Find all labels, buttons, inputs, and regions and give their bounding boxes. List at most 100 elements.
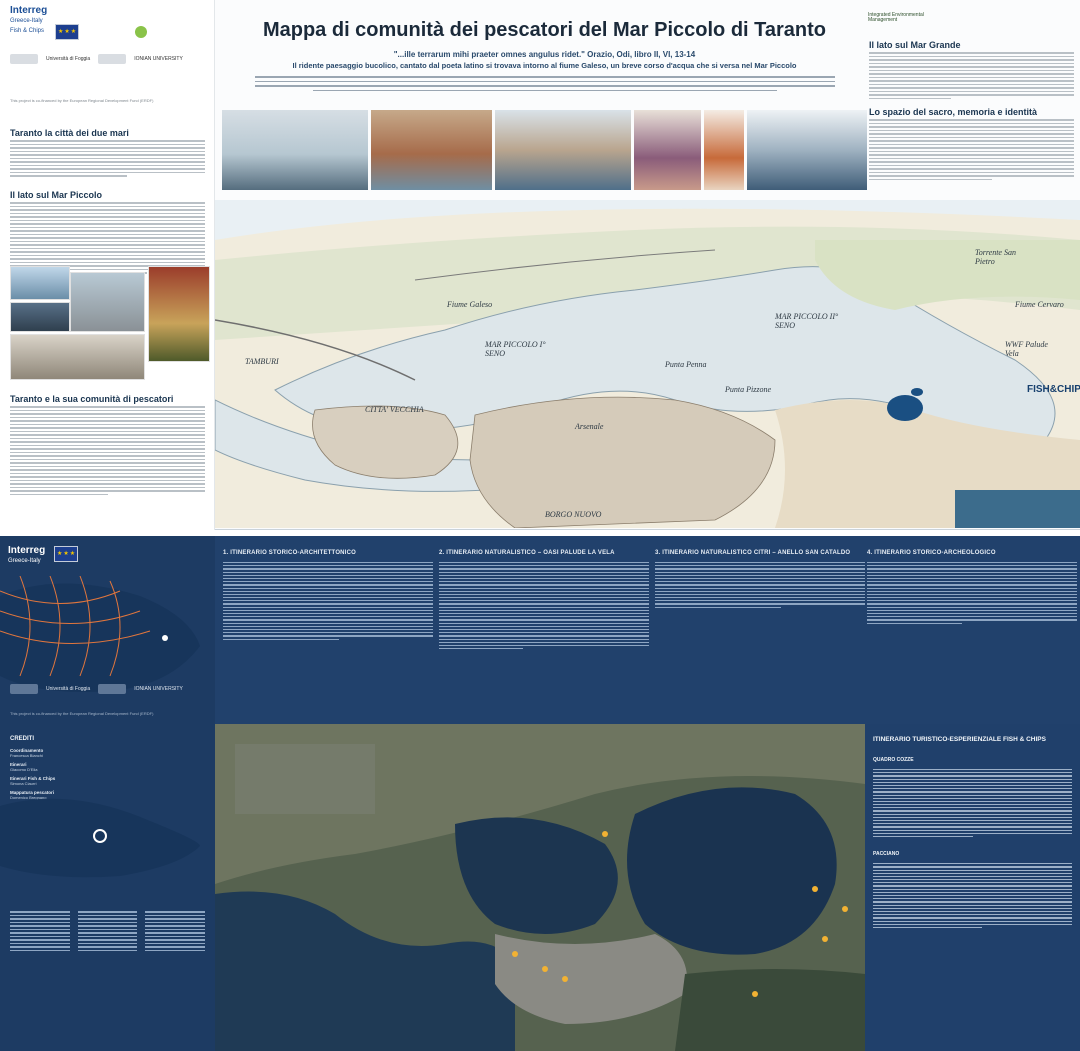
bottom-poster: Interreg Greece-Italy Università di Fogg… [0,536,1080,1051]
section-title: Taranto e la sua comunità di pescatori [10,394,174,404]
fishermen-photo [10,302,70,332]
text-column [77,911,138,951]
panel-subhead: PACCIANO [873,851,900,858]
bottom-left-column: Interreg Greece-Italy Università di Fogg… [0,536,215,1051]
credit-item: Itinerari Giacomo D'Elia [10,762,205,772]
map-label-torrente: Torrente San Pietro [975,248,1016,266]
map-label-arsenale: Arsenale [575,422,604,431]
section-text [10,202,205,274]
saints-statue-photo [148,266,210,362]
page-title: Mappa di comunità dei pescatori del Mar … [262,19,827,41]
interreg-sub: Greece-Italy [10,18,43,24]
amphora-photo [704,110,744,190]
eu-flag-icon [55,24,79,40]
credit-name: Giacomo D'Elia [10,767,38,772]
waterfront-photo [222,110,368,190]
itinerary-title: 3. ITINERARIO NATURALISTICO CITRI – ANEL… [655,550,851,556]
boat-photo [10,266,70,300]
partner-logos-bottom: Università di Foggia IONIAN UNIVERSITY [10,684,183,694]
panel-text [873,863,1072,929]
section-title: Taranto la città dei due mari [10,128,129,138]
interreg-tag: Fish & Chips [10,28,45,34]
itinerary-text [223,562,433,640]
map-label-wwf: WWF Palude Vela [1005,340,1048,358]
map-label-citta-vecchia: CITTA' VECCHIA [365,405,424,414]
old-town-photo [495,110,632,190]
section-title: Il lato sul Mar Piccolo [10,190,103,200]
panel-subhead: QUADRO COZZE [873,757,914,763]
section-title: Lo spazio del sacro, memoria e identità [869,107,1038,117]
painting-photo [370,110,493,190]
left-section-3: Taranto e la sua comunità di pescatori [10,394,205,495]
iem-logo: Integrated Environmental Management [868,8,938,26]
fish-chips-panel: ITINERARIO TURISTICO-ESPERIENZIALE FISH … [865,724,1080,1051]
map-label-mar-piccolo-2: MAR PICCOLO II° SENO [775,312,839,330]
map-label-punta-pizzone: Punta Pizzone [725,385,771,394]
section-text [10,140,205,177]
text-column [145,911,206,951]
itinerary-2: 2. ITINERARIO NATURALISTICO – OASI PALUD… [439,550,649,650]
fish-chips-label: FISH&CHIPS! [1027,384,1080,395]
map-label-tamburi: TAMBURI [245,357,279,366]
itinerary-text [439,562,649,650]
section-title: Il lato sul Mar Grande [869,40,961,50]
itinerary-4: 4. ITINERARIO STORICO-ARCHEOLOGICO [867,550,1077,624]
left-section-2: Il lato sul Mar Piccolo [10,190,205,274]
photo-strip [222,110,868,190]
itinerary-title: 2. ITINERARIO NATURALISTICO – OASI PALUD… [439,550,615,556]
interreg-logo-bottom: Interreg Greece-Italy [8,546,45,566]
credit-name: Francesca Bianchi [10,753,43,758]
latin-quote: "...ille terrarum mihi praeter omnes ang… [393,50,696,59]
map-label-mar-piccolo-1: MAR PICCOLO I° SENO [485,340,546,358]
interreg-name: Interreg [10,5,48,16]
left-column: Interreg Greece-Italy Fish & Chips Unive… [0,0,215,530]
bottom-text-columns [10,911,206,951]
partner-logo [10,684,38,694]
statue-photo [634,110,702,190]
illustrated-map: TAMBURI CITTA' VECCHIA MAR PICCOLO I° SE… [215,200,1080,528]
procession-photo [70,272,145,332]
fish-illustration [0,798,200,878]
poster-page: Interreg Greece-Italy Fish & Chips Unive… [0,0,1080,1051]
section-text [869,52,1074,99]
itinerary-text [867,562,1077,624]
credit-item: Coordinamento Francesca Bianchi [10,748,205,758]
poster-header: Mappa di comunità dei pescatori del Mar … [222,6,867,110]
map-label-fiume-galeso: Fiume Galeso [447,300,493,309]
itinerary-3: 3. ITINERARIO NATURALISTICO CITRI – ANEL… [655,550,865,608]
funding-note: This project is co-financed by the Europ… [10,98,154,103]
uni-foggia-logo: Università di Foggia [46,55,91,62]
partner-logo [98,54,127,64]
partner-logos: Università di Foggia IONIAN UNIVERSITY [10,54,183,64]
leaf-logo-icon [135,26,147,38]
left-section-1: Taranto la città dei due mari [10,128,205,177]
credit-item: Itinerari Fish & Chips Simona Ciaurri [10,776,205,786]
partner-logo [98,684,127,694]
top-poster: Interreg Greece-Italy Fish & Chips Unive… [0,0,1080,530]
itinerary-text [655,562,865,608]
quote-subtitle: Il ridente paesaggio bucolico, cantato d… [292,61,797,70]
iem-text: Integrated Environmental Management [868,12,924,23]
market-photo [10,334,145,380]
map-label-punta-penna: Punta Penna [665,360,707,369]
panel-text [873,769,1072,838]
interreg-logo: Interreg Greece-Italy Fish & Chips [10,6,204,36]
uni-foggia-logo: Università di Foggia [46,685,91,692]
intro-text [254,76,835,91]
right-column: Il lato sul Mar Grande Lo spazio del sac… [869,40,1074,200]
section-text [10,406,205,495]
itineraries-band: 1. ITINERARIO STORICO-ARCHITETTONICO 2. … [215,536,1080,724]
interreg-name: Interreg [8,545,46,556]
itinerary-title: 4. ITINERARIO STORICO-ARCHEOLOGICO [867,550,996,556]
eu-flag-icon [54,546,78,562]
credits-title: CREDITI [10,736,34,742]
satellite-map [215,724,865,1051]
ionian-logo: IONIAN UNIVERSITY [134,55,183,62]
map-label-fiume-cervaro: Fiume Cervaro [1015,300,1064,309]
map-label-borgo-nuovo: BORGO NUOVO [545,510,602,519]
itinerary-1: 1. ITINERARIO STORICO-ARCHITETTONICO [223,550,433,640]
sea-photo [746,110,868,190]
partner-logo [10,54,38,64]
section-text [869,119,1074,180]
ionian-logo: IONIAN UNIVERSITY [134,685,183,692]
